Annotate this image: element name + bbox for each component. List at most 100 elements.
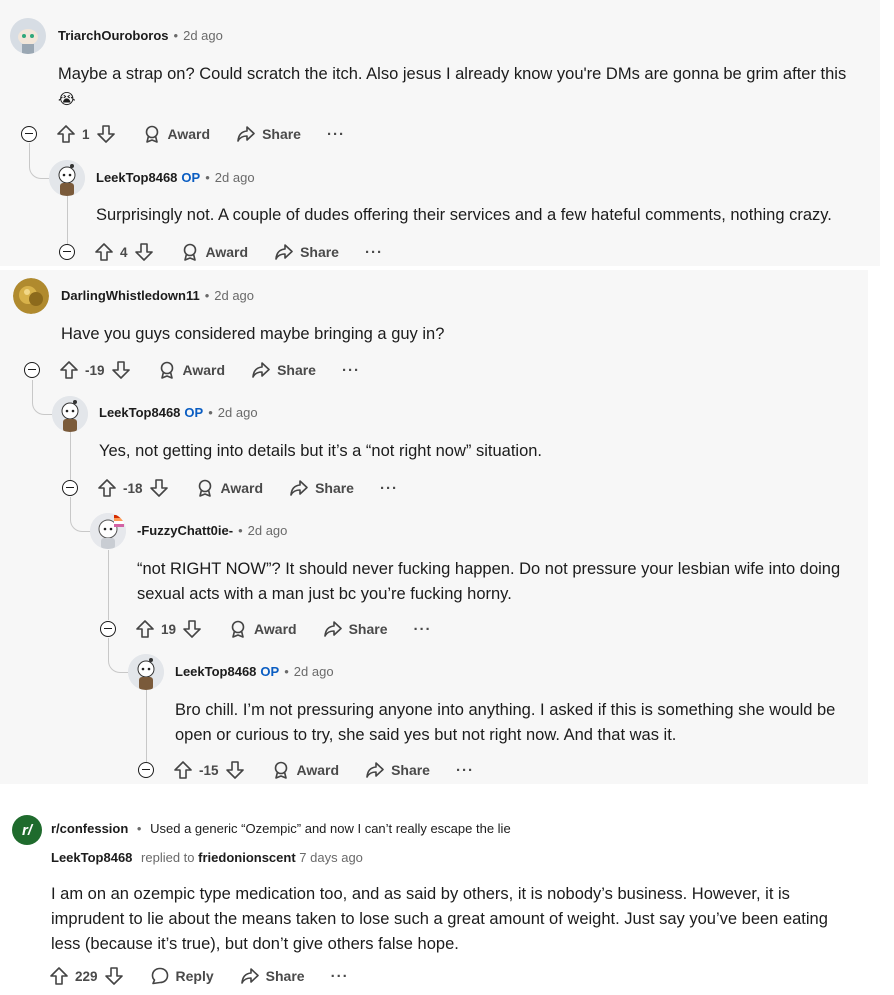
upvote-button[interactable] (49, 966, 69, 986)
reply-button[interactable]: Reply (150, 966, 214, 986)
timestamp[interactable]: 2d ago (215, 170, 255, 185)
downvote-button[interactable] (96, 124, 116, 144)
award-button[interactable]: Award (228, 619, 297, 639)
separator-dot: • (136, 821, 142, 836)
more-options-button[interactable]: ··· (456, 762, 474, 779)
downvote-button[interactable] (149, 478, 169, 498)
result-actions: 229 Reply Share ··· (49, 963, 349, 989)
timestamp[interactable]: 2d ago (248, 523, 288, 538)
separator-dot: • (204, 288, 210, 303)
avatar[interactable] (90, 513, 126, 549)
downvote-button[interactable] (134, 242, 154, 262)
more-options-button[interactable]: ··· (365, 244, 383, 261)
comment-body: “not RIGHT NOW”? It should never fucking… (137, 560, 841, 603)
downvote-button[interactable] (225, 760, 245, 780)
downvote-icon (96, 125, 115, 143)
username[interactable]: LeekTop8468 (96, 170, 177, 185)
collapse-button[interactable] (100, 621, 116, 637)
timestamp[interactable]: 2d ago (214, 288, 254, 303)
award-icon (198, 479, 211, 497)
username[interactable]: LeekTop8468 (51, 850, 132, 865)
award-button[interactable]: Award (271, 760, 340, 780)
comment-body: Yes, not getting into details but it’s a… (99, 442, 543, 460)
share-button[interactable]: Share (289, 478, 354, 498)
comment-header: TriarchOuroboros • 2d ago (58, 27, 223, 45)
share-icon (240, 968, 259, 984)
downvote-icon (104, 967, 123, 985)
timestamp[interactable]: 2d ago (183, 28, 223, 43)
timestamp[interactable]: 2d ago (218, 405, 258, 420)
username[interactable]: LeekTop8468 (175, 664, 256, 679)
award-button[interactable]: Award (195, 478, 263, 498)
thread-line (67, 196, 68, 244)
timestamp[interactable]: 7 days ago (299, 850, 363, 865)
replied-to-user[interactable]: friedonionscent (198, 850, 296, 865)
award-button[interactable]: Award (180, 242, 248, 262)
share-button[interactable]: Share (323, 619, 388, 639)
post-title[interactable]: Used a generic “Ozempic” and now I can’t… (150, 821, 511, 836)
share-button[interactable]: Share (240, 966, 305, 986)
more-options-button[interactable]: ··· (342, 362, 360, 379)
avatar[interactable] (13, 278, 49, 314)
collapse-button[interactable] (62, 480, 78, 496)
share-button[interactable]: Share (365, 760, 430, 780)
thread-elbow (32, 386, 53, 415)
share-button[interactable]: Share (236, 124, 301, 144)
username[interactable]: -FuzzyChatt0ie- (137, 523, 233, 538)
avatar[interactable] (52, 396, 88, 432)
upvote-button[interactable] (56, 124, 76, 144)
avatar[interactable] (128, 654, 164, 690)
upvote-button[interactable] (135, 619, 155, 639)
reply-label: Reply (175, 968, 214, 984)
downvote-icon (149, 479, 168, 497)
downvote-icon (111, 361, 130, 379)
share-label: Share (265, 968, 305, 984)
upvote-button[interactable] (173, 760, 193, 780)
more-options-button[interactable]: ··· (331, 968, 349, 985)
crying-emoji-icon: 😭 (58, 91, 76, 108)
comment-header: DarlingWhistledown11 • 2d ago (61, 287, 254, 305)
avatar[interactable] (49, 160, 85, 196)
downvote-button[interactable] (111, 360, 131, 380)
separator-dot: • (284, 664, 289, 679)
share-button[interactable]: Share (251, 360, 316, 380)
collapse-button[interactable] (24, 362, 40, 378)
username[interactable]: LeekTop8468 (99, 405, 180, 420)
separator-dot: • (208, 405, 213, 420)
award-button[interactable]: Award (142, 124, 210, 144)
collapse-button[interactable] (21, 126, 37, 142)
comment-bubble-icon (151, 967, 168, 985)
comment-actions: 4 Award Share ··· (94, 239, 383, 265)
award-button[interactable]: Award (157, 360, 226, 380)
upvote-button[interactable] (97, 478, 117, 498)
username[interactable]: DarlingWhistledown11 (61, 288, 200, 303)
subreddit-name[interactable]: r/confession (51, 821, 128, 836)
award-label: Award (296, 762, 340, 778)
more-options-button[interactable]: ··· (380, 480, 398, 497)
snoo-avatar-icon (52, 396, 88, 432)
upvote-button[interactable] (59, 360, 79, 380)
downvote-button[interactable] (104, 966, 124, 986)
timestamp[interactable]: 2d ago (294, 664, 334, 679)
subreddit-icon[interactable]: r/ (12, 815, 42, 845)
avatar[interactable] (10, 18, 46, 54)
comment-body: Bro chill. I’m not pressuring anyone int… (175, 701, 836, 744)
comment-body: Have you guys considered maybe bringing … (61, 325, 445, 343)
comment-header: LeekTop8468 OP • 2d ago (99, 404, 258, 422)
award-label: Award (182, 362, 226, 378)
thread-line (70, 432, 71, 480)
comment-header: -FuzzyChatt0ie- • 2d ago (137, 522, 287, 540)
collapse-button[interactable] (59, 244, 75, 260)
more-options-button[interactable]: ··· (414, 621, 432, 638)
more-options-button[interactable]: ··· (327, 126, 345, 143)
vote-count: -15 (199, 762, 219, 778)
username[interactable]: TriarchOuroboros (58, 28, 169, 43)
collapse-button[interactable] (138, 762, 154, 778)
comment-header: LeekTop8468 OP • 2d ago (175, 663, 334, 681)
upvote-button[interactable] (94, 242, 114, 262)
downvote-button[interactable] (182, 619, 202, 639)
share-button[interactable]: Share (274, 242, 339, 262)
snoo-avatar-icon (128, 654, 164, 690)
share-label: Share (315, 480, 354, 496)
reply-meta: LeekTop8468 replied to friedonionscent 7… (51, 850, 363, 866)
